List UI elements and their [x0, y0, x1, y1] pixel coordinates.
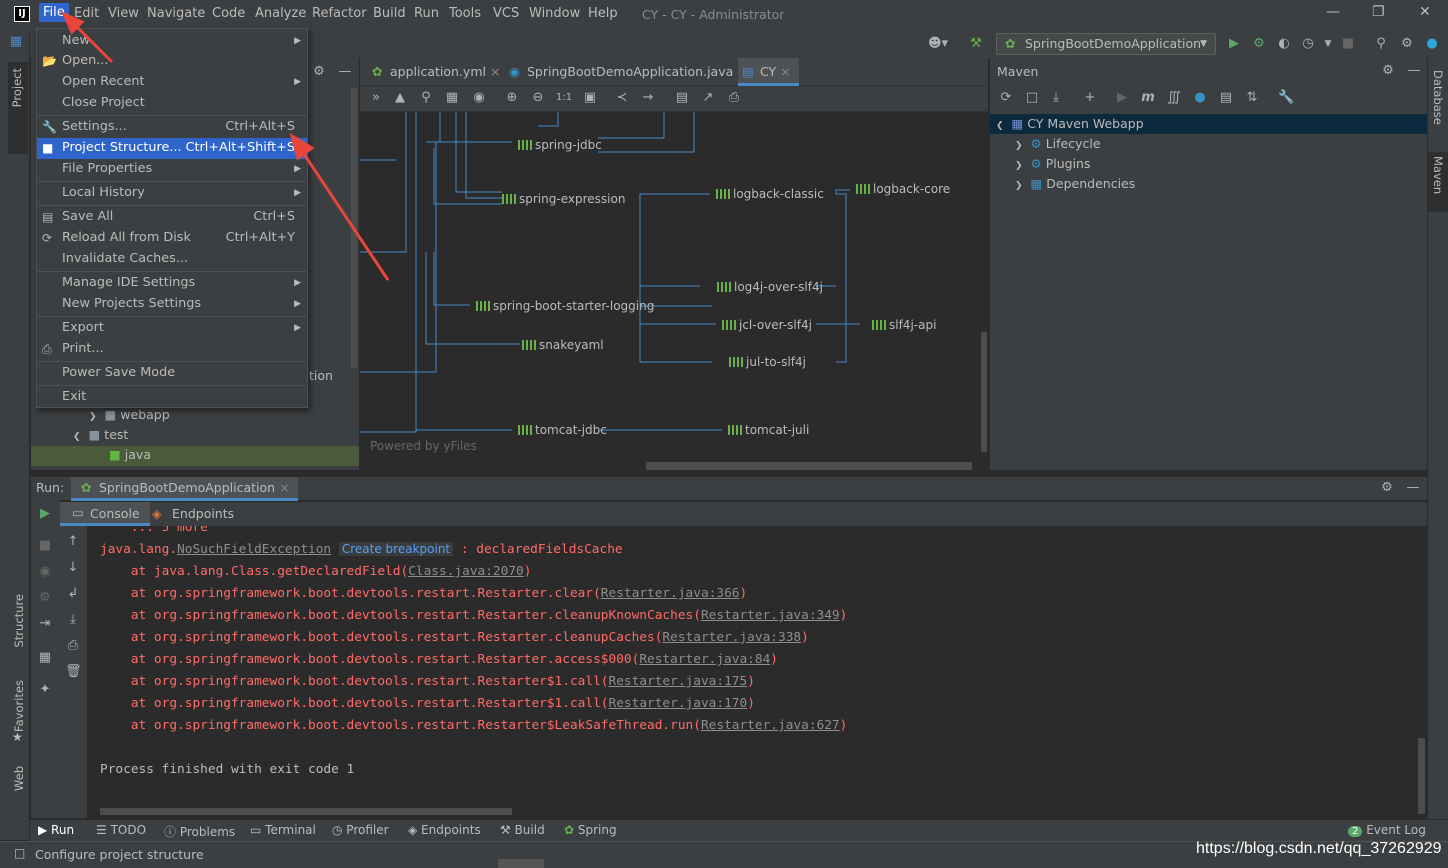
annotation-arrows [61, 11, 390, 281]
